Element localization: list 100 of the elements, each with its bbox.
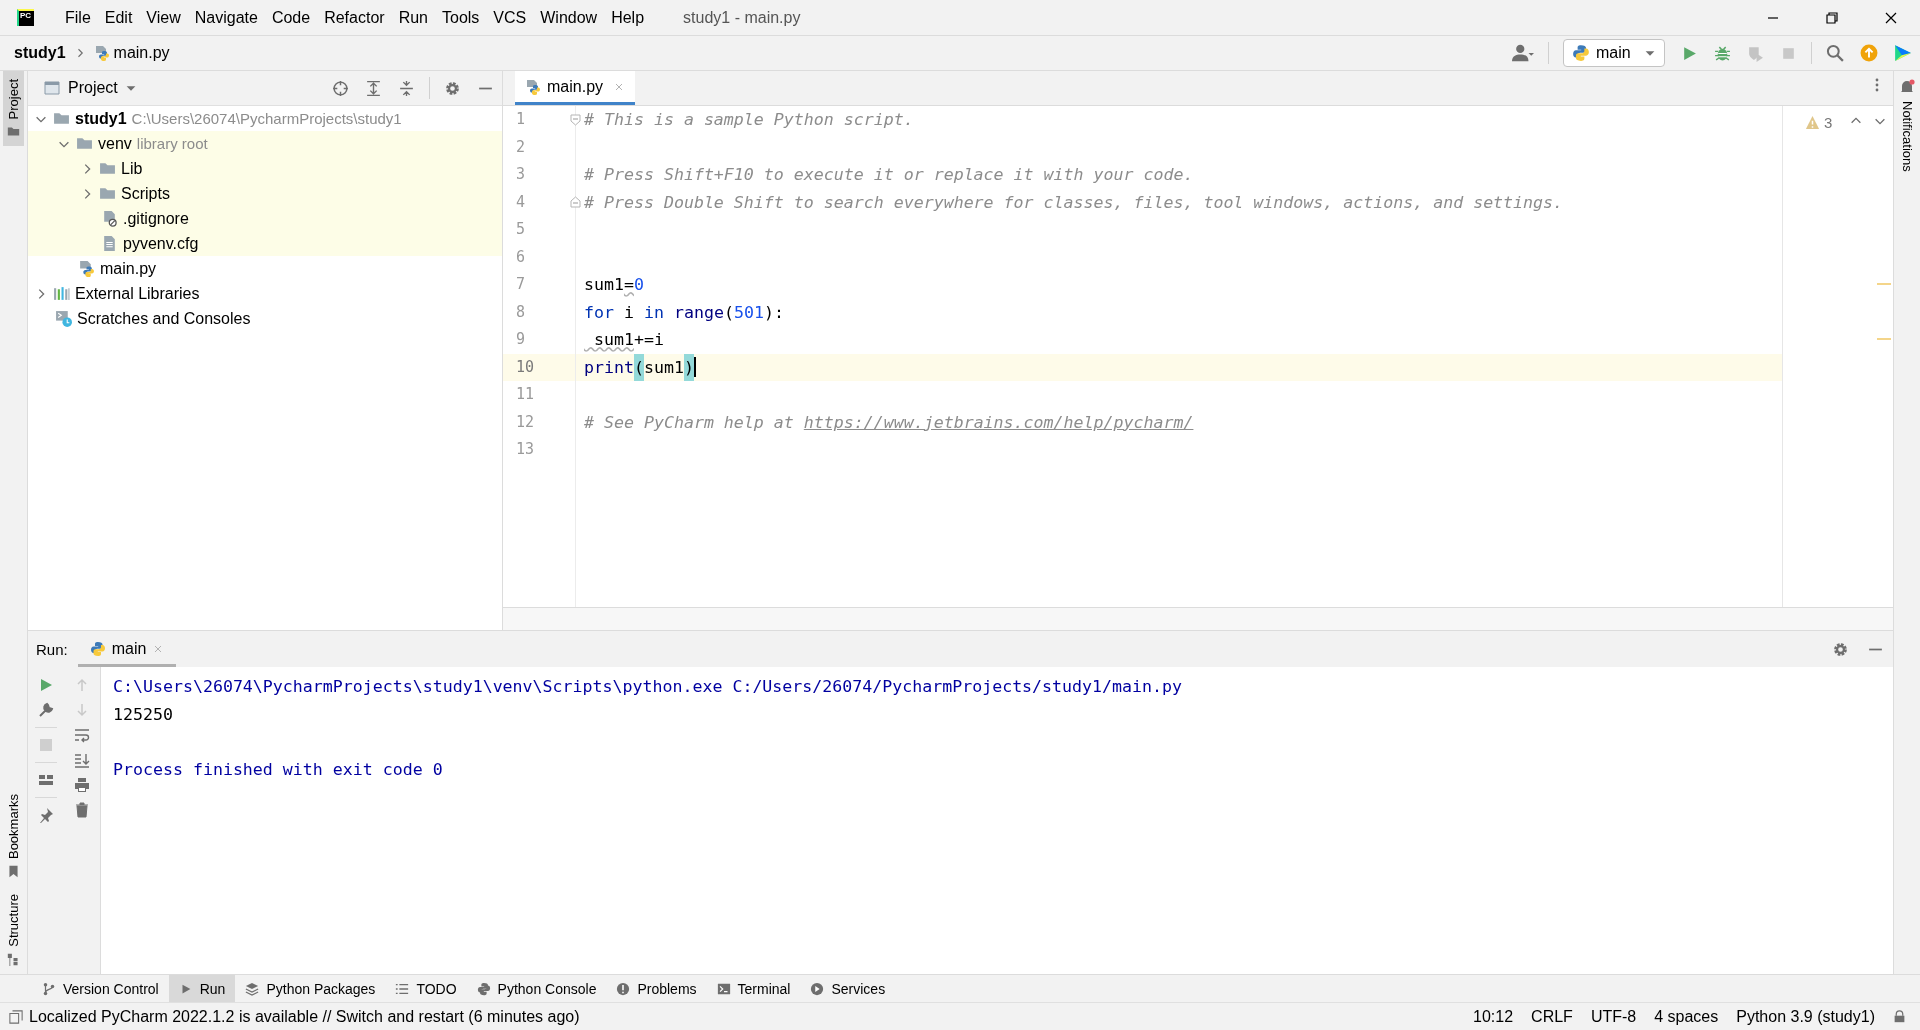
- code-line: sum1=0: [583, 274, 645, 296]
- scratches-icon: [55, 310, 72, 327]
- tool-window-tab[interactable]: Problems: [606, 975, 707, 1002]
- trash-icon[interactable]: [74, 802, 90, 818]
- tree-row[interactable]: Lib: [28, 156, 502, 181]
- status-item[interactable]: Python 3.9 (study1): [1736, 1007, 1875, 1026]
- tool-window-tab[interactable]: Run: [168, 975, 236, 1002]
- tree-item-hint: library root: [136, 135, 208, 152]
- scroll-to-end-icon[interactable]: [74, 752, 90, 768]
- line-number: 3: [516, 164, 526, 185]
- tree-row[interactable]: pyvenv.cfg: [28, 231, 502, 256]
- restore-icon[interactable]: [1823, 9, 1840, 26]
- run-configuration-dropdown[interactable]: main: [1563, 39, 1665, 67]
- breadcrumb-item[interactable]: main.py: [113, 44, 170, 62]
- tool-window-tab[interactable]: Structure: [3, 886, 24, 974]
- tool-window-tab[interactable]: Python Packages: [235, 975, 386, 1002]
- ignored-file-icon: [101, 210, 118, 227]
- tool-window-tab[interactable]: Notifications: [1896, 71, 1918, 180]
- run-icon[interactable]: [1681, 44, 1698, 62]
- folder-icon: [99, 160, 116, 177]
- status-item[interactable]: 10:12: [1473, 1007, 1514, 1026]
- debug-icon[interactable]: [1714, 44, 1731, 62]
- search-icon[interactable]: [1826, 44, 1844, 62]
- code-line: # Press Shift+F10 to execute it or replace it with your code.: [583, 164, 1195, 186]
- menu-item[interactable]: Code: [264, 8, 318, 27]
- layout-icon[interactable]: [38, 772, 54, 788]
- menu-item[interactable]: Run: [391, 8, 435, 27]
- list-icon: [395, 981, 410, 996]
- program-output: 125250: [113, 703, 174, 726]
- tree-row[interactable]: main.py: [28, 256, 502, 281]
- window-title: study1 - main.py: [683, 8, 802, 27]
- tool-window-tab[interactable]: Services: [800, 975, 896, 1002]
- menu-item[interactable]: VCS: [486, 8, 534, 27]
- fold-marker-icon[interactable]: [570, 196, 581, 209]
- print-icon[interactable]: [74, 777, 90, 793]
- tree-item-label: Scratches and Consoles: [77, 309, 251, 328]
- exit-message: Process finished with exit code 0: [113, 758, 444, 781]
- rerun-icon[interactable]: [38, 677, 54, 693]
- tree-row[interactable]: .gitignore: [28, 206, 502, 231]
- status-item[interactable]: 4 spaces: [1654, 1007, 1719, 1026]
- soft-wrap-icon[interactable]: [74, 727, 90, 743]
- tree-row[interactable]: study1 C:\Users\26074\PycharmProjects\study1: [28, 106, 502, 131]
- bell-icon: [1899, 79, 1915, 95]
- python-icon: [1572, 44, 1590, 62]
- tool-window-tab[interactable]: Version Control: [32, 975, 169, 1002]
- warning-counter[interactable]: 3: [1783, 106, 1893, 131]
- tool-window-tab[interactable]: TODO: [385, 975, 467, 1002]
- pin-icon[interactable]: [38, 807, 54, 823]
- collapse-all-icon[interactable]: [398, 79, 415, 97]
- tree-item-hint: C:\Users\26074\PycharmProjects\study1: [131, 110, 402, 127]
- folder-icon: [76, 135, 93, 152]
- menu-item[interactable]: Tools: [435, 8, 487, 27]
- tool-window-tab[interactable]: Terminal: [706, 975, 801, 1002]
- code-line: # Press Double Shift to search everywhere for classes, files, tool windows, actions, and settings.: [583, 191, 1565, 214]
- wrench-icon[interactable]: [38, 702, 54, 718]
- tree-row[interactable]: Scratches and Consoles: [28, 306, 502, 331]
- menu-item[interactable]: Refactor: [317, 8, 392, 27]
- python-icon: [89, 641, 106, 657]
- line-number: 6: [516, 246, 526, 268]
- menu-item[interactable]: Navigate: [187, 8, 265, 27]
- fold-marker-icon[interactable]: [570, 113, 581, 126]
- settings-icon[interactable]: [1832, 640, 1849, 658]
- menu-item[interactable]: Help: [604, 8, 652, 27]
- locate-icon[interactable]: [332, 79, 349, 97]
- line-number: 2: [516, 136, 526, 158]
- menu-item[interactable]: Window: [533, 8, 605, 27]
- editor-tab[interactable]: main.py: [515, 71, 636, 105]
- line-number: 8: [516, 301, 526, 323]
- status-message[interactable]: Localized PyCharm 2022.1.2 is available // Switch and restart (6 minutes ago): [29, 1007, 1474, 1026]
- menu-item[interactable]: View: [139, 8, 188, 27]
- line-number: 13: [516, 439, 535, 460]
- lock-icon[interactable]: [1893, 1010, 1906, 1023]
- line-number: 12: [516, 411, 535, 433]
- event-log-icon[interactable]: [9, 1009, 23, 1024]
- tool-window-tab[interactable]: Bookmarks: [3, 786, 24, 887]
- line-number: 5: [516, 219, 526, 240]
- line-number: 9: [516, 329, 526, 350]
- menu-item[interactable]: Edit: [97, 8, 140, 27]
- exclamation-icon: [616, 981, 631, 996]
- app-logo-icon[interactable]: [1894, 44, 1912, 62]
- tree-row[interactable]: venv library root: [28, 131, 502, 156]
- code-line: for i in range(501):: [583, 301, 785, 324]
- app-logo: PC: [17, 9, 34, 26]
- tree-row[interactable]: Scripts: [28, 181, 502, 206]
- tool-window-tab[interactable]: Python Console: [466, 975, 607, 1002]
- breadcrumb-item[interactable]: study1: [14, 44, 66, 62]
- panel-icon: [44, 80, 60, 96]
- layers-icon: [245, 981, 260, 996]
- menu-item[interactable]: File: [58, 8, 98, 27]
- tree-item-label: Scripts: [121, 184, 170, 203]
- panel-title[interactable]: Project: [68, 79, 118, 97]
- status-item[interactable]: CRLF: [1531, 1007, 1573, 1026]
- tool-window-tab[interactable]: Project: [3, 71, 24, 147]
- bookmark-icon: [7, 865, 20, 879]
- settings-icon[interactable]: [444, 79, 461, 97]
- expand-all-icon[interactable]: [365, 79, 382, 97]
- status-item[interactable]: UTF-8: [1590, 1007, 1637, 1026]
- user-icon[interactable]: [1512, 42, 1534, 64]
- tree-row[interactable]: External Libraries: [28, 281, 502, 306]
- branch-icon: [42, 981, 56, 996]
